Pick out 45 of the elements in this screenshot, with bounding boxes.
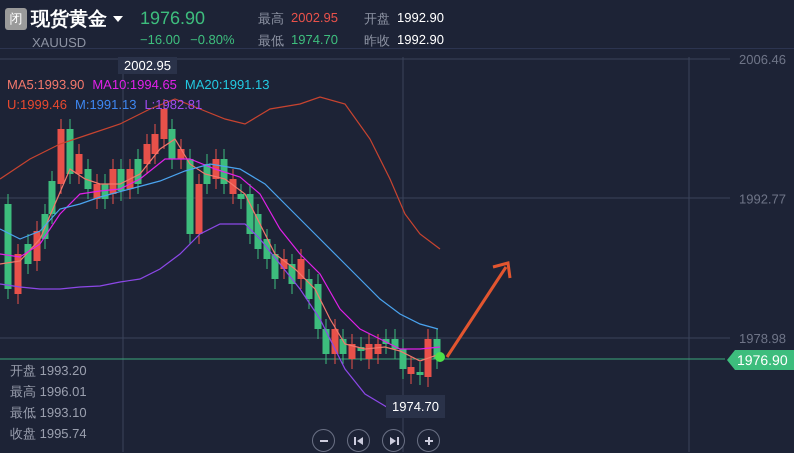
high-price-tooltip: 2002.95 [118, 57, 177, 74]
skip-back-button[interactable] [347, 429, 370, 452]
price-axis-label: 2006.46 [739, 52, 786, 67]
stat-value: 2002.95 [291, 10, 339, 27]
stat-label: 最高 [258, 10, 285, 28]
candlestick [66, 118, 74, 184]
stat-value: 1974.70 [291, 32, 339, 49]
ohlc-value: 最高 1996.01 [10, 383, 87, 401]
ohlc-value: 最低 1993.10 [10, 404, 87, 422]
percent-change: −0.80% [190, 32, 235, 47]
stat-label: 开盘 [364, 10, 391, 28]
candlestick [178, 138, 184, 170]
stat-value: 1992.90 [397, 10, 444, 27]
stat-value: 1992.90 [397, 32, 444, 49]
last-price: 1976.90 [140, 8, 206, 29]
current-point-dot [435, 352, 445, 362]
indicator-value: U:1999.46 [7, 97, 67, 112]
indicator-value: MA20:1991.13 [184, 77, 270, 92]
indicator-value: MA10:1994.65 [92, 77, 177, 92]
caret-icon[interactable] [113, 16, 123, 22]
ohlc-value: 收盘 1995.74 [10, 425, 87, 443]
indicator-value: M:1991.13 [75, 97, 136, 112]
zoom-in-button[interactable] [417, 429, 440, 452]
skip-forward-icon [388, 436, 398, 446]
candlestick [76, 144, 82, 184]
stat-label: 昨收 [364, 32, 391, 50]
candlestick [348, 334, 356, 370]
candlestick [24, 234, 32, 274]
low-price-tooltip: 1974.70 [386, 395, 445, 418]
price-change: −16.00 [140, 32, 180, 47]
indicator-value: MA5:1993.90 [7, 77, 84, 92]
skip-forward-button[interactable] [382, 429, 405, 452]
plus-icon [424, 436, 434, 446]
price-axis-label: 1978.98 [739, 331, 786, 346]
instrument-symbol: XAUUSD [32, 35, 88, 50]
market-closed-badge: 闭 [5, 8, 27, 30]
zoom-out-button[interactable] [312, 429, 335, 452]
price-axis-label: 1992.77 [739, 192, 786, 206]
candlestick [14, 244, 22, 304]
stat-label: 最低 [258, 32, 285, 50]
candlestick [84, 158, 92, 200]
skip-back-icon [354, 436, 364, 446]
current-price-tag: 1976.90 [727, 350, 794, 370]
instrument-name[interactable]: 现货黄金 [31, 6, 107, 32]
ohlc-value: 开盘 1993.20 [10, 362, 87, 380]
